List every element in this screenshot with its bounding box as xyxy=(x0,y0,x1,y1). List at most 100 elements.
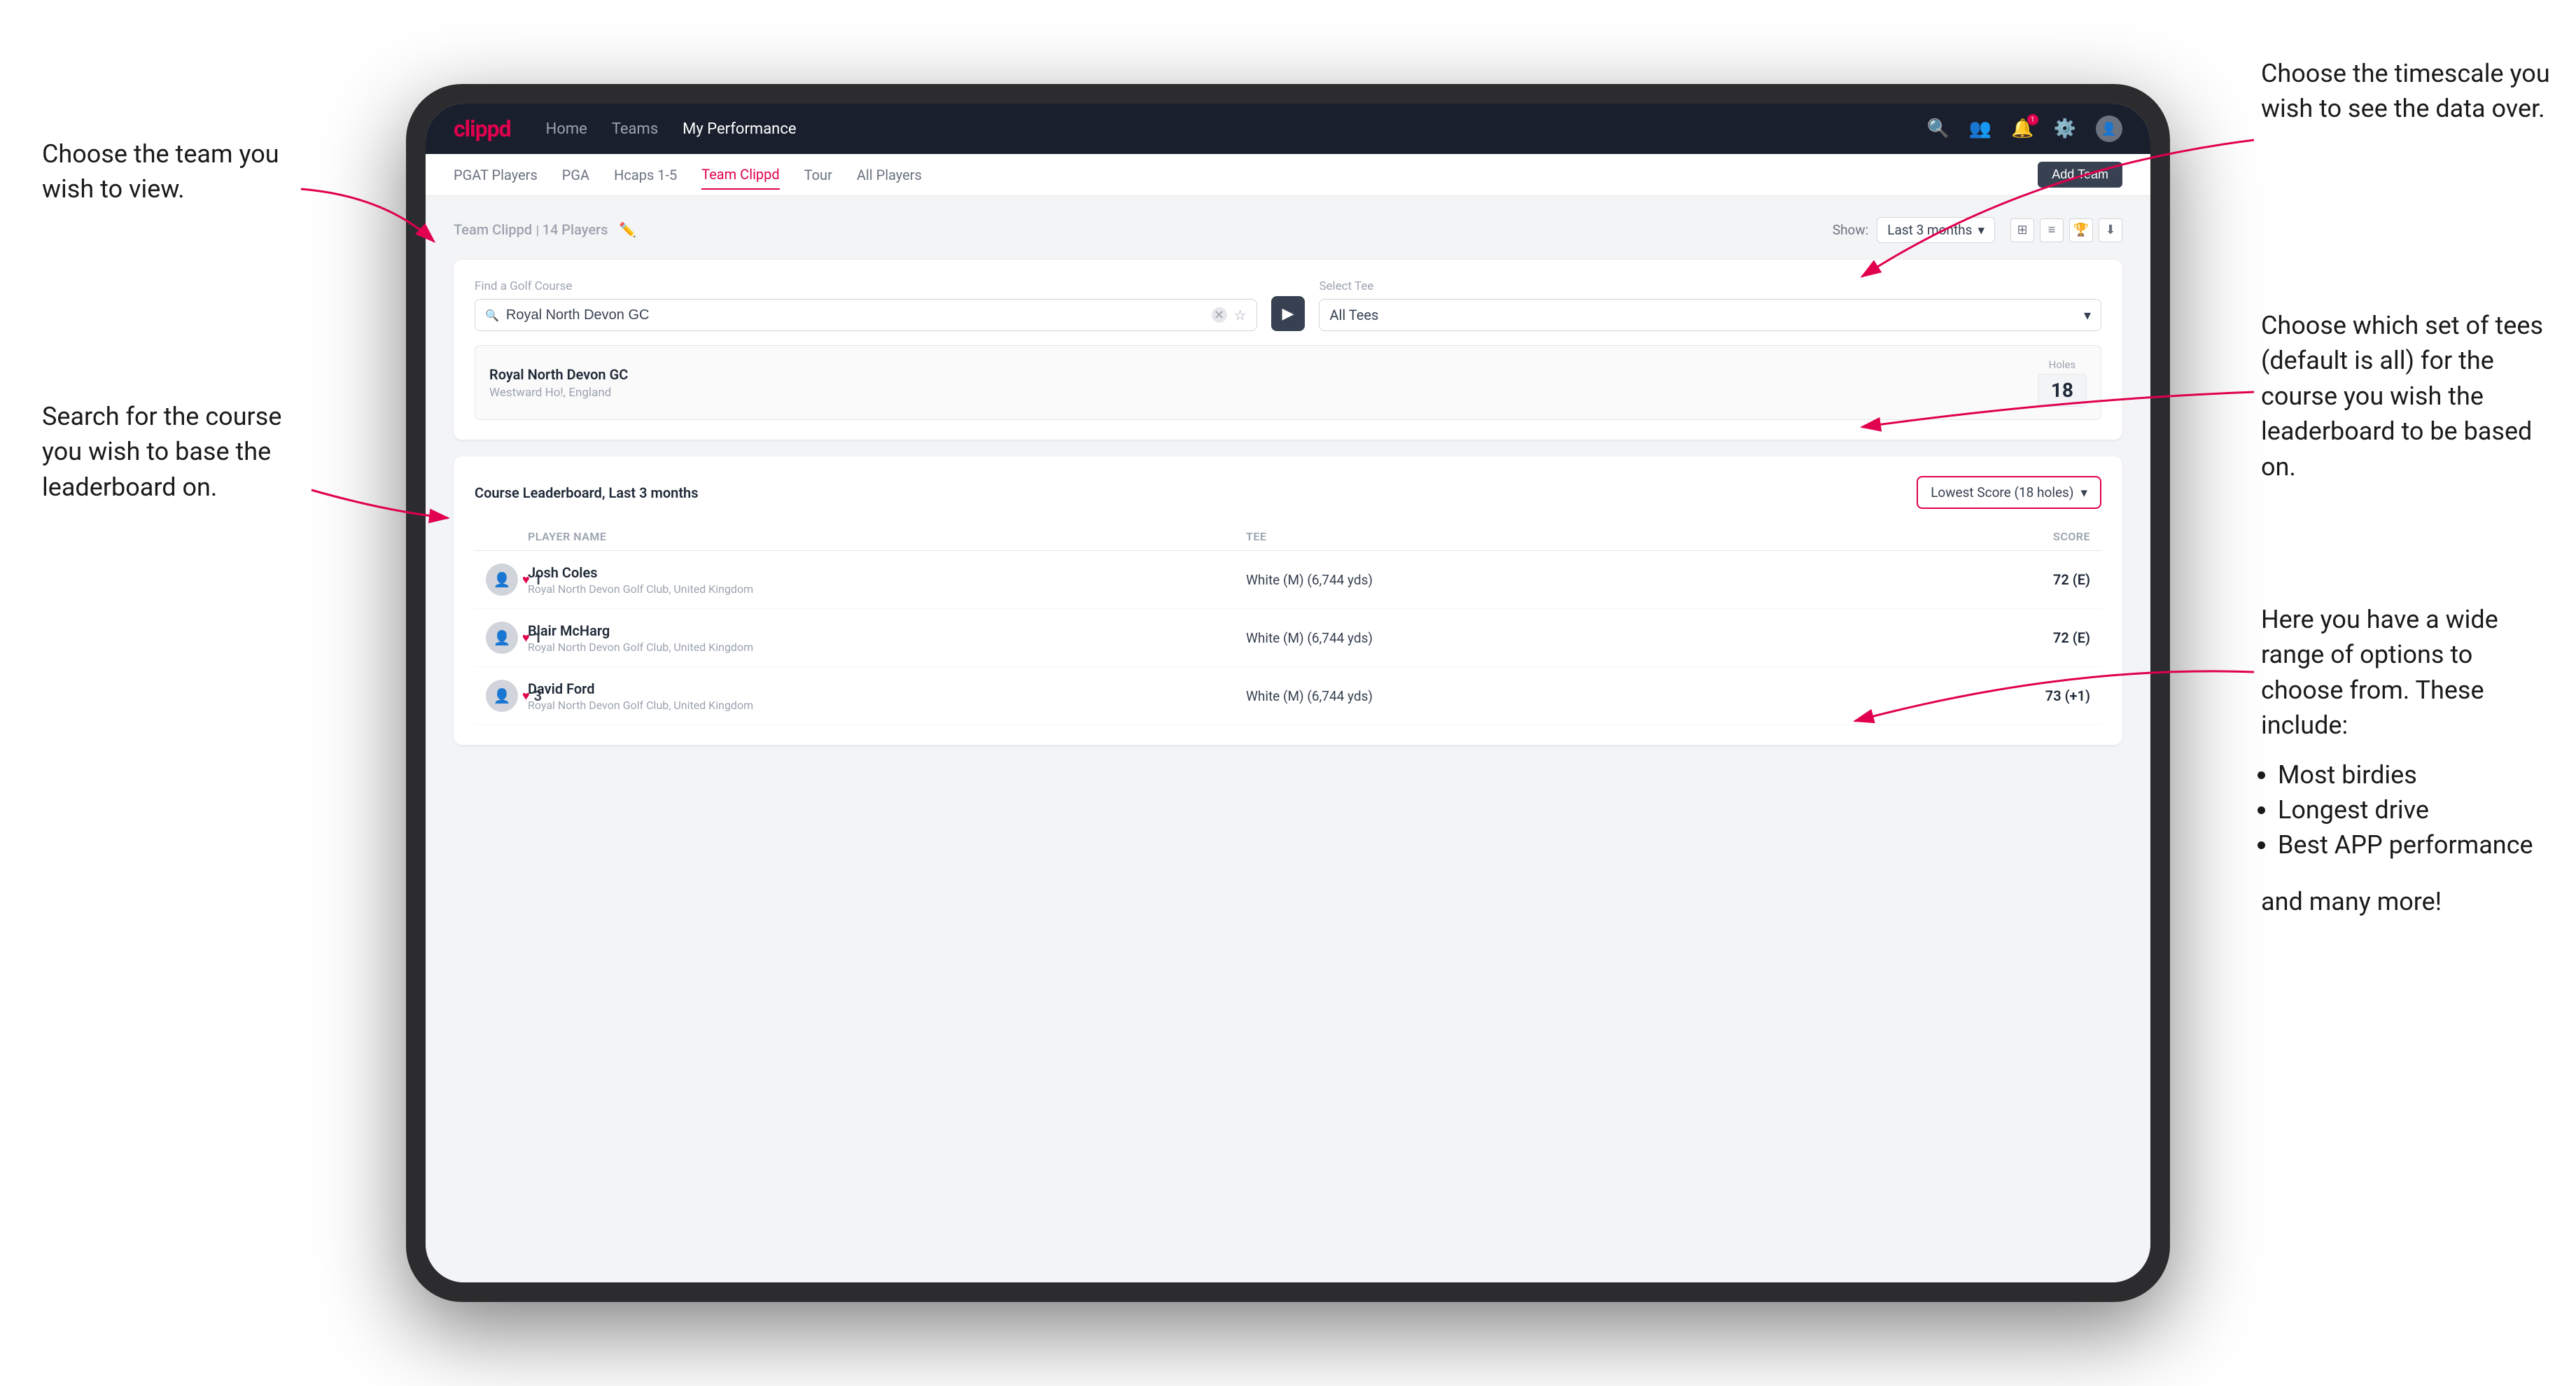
course-search-input[interactable] xyxy=(506,307,1205,323)
score-selector-dropdown[interactable]: Lowest Score (18 holes) ▾ xyxy=(1917,476,2101,509)
show-dropdown[interactable]: Last 3 months ▾ xyxy=(1877,217,1995,243)
people-icon-btn[interactable]: 👥 xyxy=(1969,118,1991,139)
table-header-row: PLAYER NAME TEE SCORE xyxy=(475,523,2101,551)
player-avatar-1: 👤 xyxy=(486,564,518,596)
subnav-pgat[interactable]: PGAT Players xyxy=(454,161,538,189)
grid-view-btn[interactable]: ⊞ xyxy=(2010,218,2034,242)
table-row: 👤 ♥ 1 Blair McHarg Royal North Devon Gol… xyxy=(475,609,2101,667)
holes-number: 18 xyxy=(2038,374,2087,407)
player-avatar-2: 👤 xyxy=(486,622,518,654)
annotation-middle-right-text: Choose which set of tees (default is all… xyxy=(2261,311,2543,482)
player-name-2: Blair McHarg xyxy=(528,622,753,639)
team-header-row: Team Clippd | 14 Players ✏️ Show: Last 3… xyxy=(454,217,2122,243)
tee-select-wrap[interactable]: All Tees ▾ xyxy=(1319,299,2101,331)
annotation-options-right: Here you have a wide range of options to… xyxy=(2261,602,2555,919)
notification-badge: 1 xyxy=(2027,114,2038,125)
search-row: Find a Golf Course 🔍 ✕ ☆ ▶ Select Tee Al… xyxy=(475,279,2101,331)
player-details-1: Josh Coles Royal North Devon Golf Club, … xyxy=(528,564,753,596)
annotation-options-line1: Here you have a wide range of options to… xyxy=(2261,605,2498,740)
annotation-top-right-text: Choose the timescale you wish to see the… xyxy=(2261,59,2550,123)
nav-my-performance[interactable]: My Performance xyxy=(682,120,796,138)
course-info: Royal North Devon GC Westward Ho!, Engla… xyxy=(489,366,628,400)
tee-cell-3: White (M) (6,744 yds) xyxy=(1246,688,1964,704)
player-club-3: Royal North Devon Golf Club, United King… xyxy=(528,699,753,712)
bullet-2: Longest drive xyxy=(2278,792,2555,827)
course-location: Westward Ho!, England xyxy=(489,386,628,400)
settings-icon-btn[interactable]: ⚙️ xyxy=(2054,118,2076,139)
tee-chevron-icon: ▾ xyxy=(2084,307,2091,323)
player-cell-3: David Ford Royal North Devon Golf Club, … xyxy=(528,680,1246,712)
leaderboard-header: Course Leaderboard, Last 3 months Lowest… xyxy=(475,476,2101,509)
nav-home[interactable]: Home xyxy=(546,120,587,138)
find-course-label: Find a Golf Course xyxy=(475,279,1257,293)
bullet-3: Best APP performance xyxy=(2278,827,2555,862)
annotation-middle-right: Choose which set of tees (default is all… xyxy=(2261,308,2555,484)
subnav-tour[interactable]: Tour xyxy=(804,161,832,189)
search-card: Find a Golf Course 🔍 ✕ ☆ ▶ Select Tee Al… xyxy=(454,260,2122,440)
player-club-1: Royal North Devon Golf Club, United King… xyxy=(528,582,753,596)
nav-teams[interactable]: Teams xyxy=(612,120,658,138)
chevron-down-icon: ▾ xyxy=(1977,222,1984,238)
player-cell-2: Blair McHarg Royal North Devon Golf Club… xyxy=(528,622,1246,654)
edit-icon[interactable]: ✏️ xyxy=(619,221,636,238)
trophy-view-btn[interactable]: 🏆 xyxy=(2069,218,2093,242)
player-details-3: David Ford Royal North Devon Golf Club, … xyxy=(528,680,753,712)
subnav-hcaps[interactable]: Hcaps 1-5 xyxy=(614,161,677,189)
annotation-footer: and many more! xyxy=(2261,884,2555,919)
leaderboard-title: Course Leaderboard, Last 3 months xyxy=(475,484,699,501)
player-name-3: David Ford xyxy=(528,680,753,697)
select-tee-label: Select Tee xyxy=(1319,279,2101,293)
col-rank xyxy=(486,530,528,543)
user-avatar[interactable]: 👤 xyxy=(2096,115,2122,142)
tee-cell-1: White (M) (6,744 yds) xyxy=(1246,572,1964,588)
rank-cell-2: 👤 ♥ 1 xyxy=(486,622,528,654)
view-icons: ⊞ ≡ 🏆 ⬇ xyxy=(2010,218,2122,242)
table-row: 👤 ♥ 1 Josh Coles Royal North Devon Golf … xyxy=(475,551,2101,609)
tablet-frame: clippd Home Teams My Performance 🔍 👥 🔔 1… xyxy=(406,84,2170,1302)
nav-links: Home Teams My Performance xyxy=(546,120,1892,138)
main-content: Team Clippd | 14 Players ✏️ Show: Last 3… xyxy=(426,196,2150,1282)
tablet-screen: clippd Home Teams My Performance 🔍 👥 🔔 1… xyxy=(426,104,2150,1282)
course-name: Royal North Devon GC xyxy=(489,366,628,383)
player-club-2: Royal North Devon Golf Club, United King… xyxy=(528,640,753,654)
annotation-bottom-left-text: Search for the course you wish to base t… xyxy=(42,402,281,502)
clear-search-btn[interactable]: ✕ xyxy=(1212,307,1227,323)
score-cell-3: 73 (+1) xyxy=(1964,687,2090,704)
sub-nav: PGAT Players PGA Hcaps 1-5 Team Clippd T… xyxy=(426,154,2150,196)
team-count: 14 Players xyxy=(542,221,608,238)
annotation-top-right: Choose the timescale you wish to see the… xyxy=(2261,56,2555,127)
team-title: Team Clippd | 14 Players ✏️ xyxy=(454,221,636,239)
subnav-pga[interactable]: PGA xyxy=(562,161,589,189)
player-cell-1: Josh Coles Royal North Devon Golf Club, … xyxy=(528,564,1246,596)
bullet-1: Most birdies xyxy=(2278,757,2555,792)
search-icon-btn[interactable]: 🔍 xyxy=(1927,118,1949,139)
annotation-top-left-text: Choose the team you wish to view. xyxy=(42,139,279,204)
score-cell-1: 72 (E) xyxy=(1964,571,2090,588)
show-row: Show: Last 3 months ▾ ⊞ ≡ 🏆 ⬇ xyxy=(1833,217,2122,243)
leaderboard-table: PLAYER NAME TEE SCORE 👤 ♥ 1 J xyxy=(475,523,2101,725)
find-course-group: Find a Golf Course 🔍 ✕ ☆ xyxy=(475,279,1257,331)
subnav-team-clippd[interactable]: Team Clippd xyxy=(701,160,779,190)
team-title-group: Team Clippd | 14 Players ✏️ xyxy=(454,221,636,239)
search-submit-btn[interactable]: ▶ xyxy=(1271,296,1306,331)
notification-icon-btn[interactable]: 🔔 1 xyxy=(2011,118,2033,139)
add-team-button[interactable]: Add Team xyxy=(2038,162,2122,188)
rank-cell-3: 👤 ♥ 3 xyxy=(486,680,528,712)
sub-nav-left: PGAT Players PGA Hcaps 1-5 Team Clippd T… xyxy=(454,160,922,190)
show-label: Show: xyxy=(1833,222,1868,238)
download-btn[interactable]: ⬇ xyxy=(2099,218,2122,242)
annotation-top-left: Choose the team you wish to view. xyxy=(42,136,308,207)
app-logo: clippd xyxy=(454,115,511,142)
col-score: SCORE xyxy=(1964,530,2090,543)
app-header: clippd Home Teams My Performance 🔍 👥 🔔 1… xyxy=(426,104,2150,154)
score-selector-value: Lowest Score (18 holes) xyxy=(1931,484,2073,500)
tee-cell-2: White (M) (6,744 yds) xyxy=(1246,630,1964,646)
holes-label: Holes xyxy=(2038,358,2087,371)
course-result: Royal North Devon GC Westward Ho!, Engla… xyxy=(475,345,2101,420)
team-name: Team Clippd xyxy=(454,221,532,238)
subnav-all-players[interactable]: All Players xyxy=(857,161,922,189)
rank-cell-1: 👤 ♥ 1 xyxy=(486,564,528,596)
favorite-icon[interactable]: ☆ xyxy=(1234,307,1247,323)
list-view-btn[interactable]: ≡ xyxy=(2040,218,2064,242)
score-cell-2: 72 (E) xyxy=(1964,629,2090,646)
